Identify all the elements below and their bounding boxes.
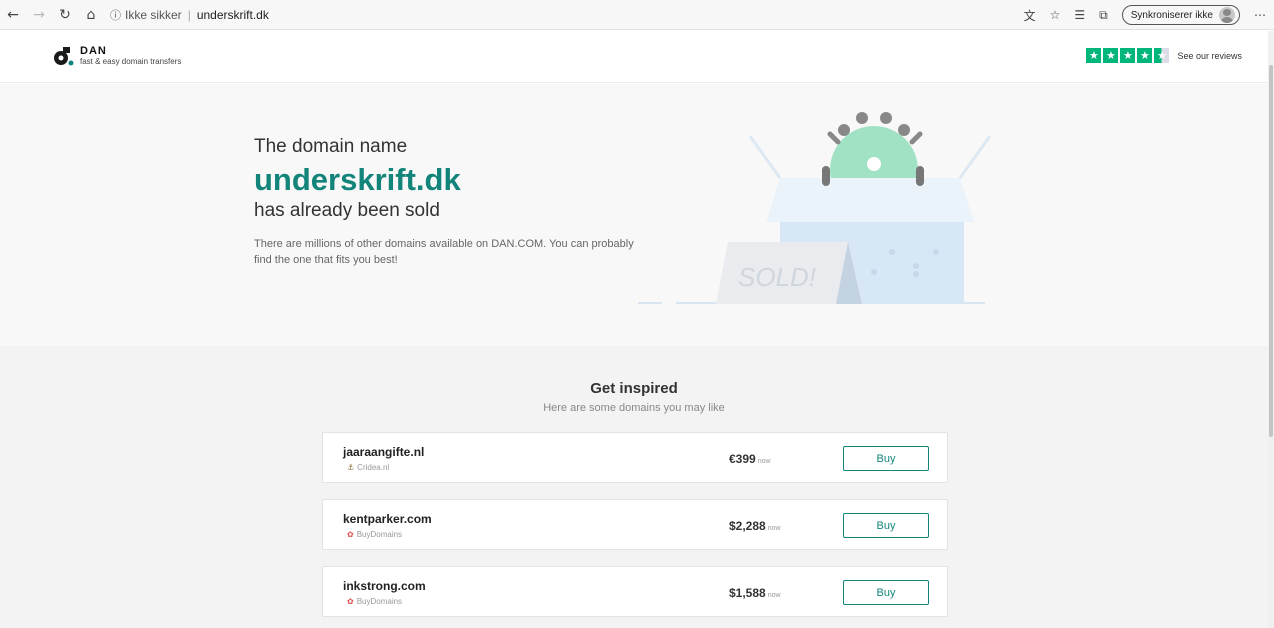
address-separator: | [187, 7, 191, 22]
scrollbar-thumb[interactable] [1269, 65, 1273, 437]
sync-label: Synkroniserer ikke [1130, 9, 1213, 21]
see-reviews-link[interactable]: See our reviews [1177, 51, 1242, 61]
buy-button[interactable]: Buy [843, 580, 929, 605]
seller-info: ⚓ Cridea.nl [347, 463, 389, 472]
domain-card[interactable]: kentparker.com ✿ BuyDomains $2,288 now Bu… [322, 499, 948, 550]
url-text[interactable]: underskrift.dk [197, 8, 269, 22]
price-suffix: now [767, 525, 781, 532]
domain-price: $1,588 now [729, 586, 781, 600]
inspire-subtitle: Here are some domains you may like [543, 402, 725, 414]
trustpilot-reviews[interactable]: ★ ★ ★ ★ ★ See our reviews [1086, 48, 1242, 63]
hero-intro: The domain name [254, 136, 408, 157]
hero-section: The domain name underskrift.dk has alrea… [0, 84, 1268, 346]
domain-name[interactable]: inkstrong.com [343, 579, 426, 593]
dan-logo[interactable]: DAN fast & easy domain transfers [52, 45, 181, 67]
page-scrollbar[interactable] [1268, 31, 1274, 628]
buydomains-icon: ✿ [347, 530, 354, 539]
favorite-star-icon[interactable]: ☆ [1050, 8, 1061, 22]
refresh-icon[interactable]: ↻ [52, 2, 78, 28]
buydomains-icon: ✿ [347, 597, 354, 606]
price-suffix: now [757, 458, 771, 465]
seller-name: BuyDomains [356, 597, 403, 606]
ship-icon: ⚓ [347, 463, 355, 472]
address-bar[interactable]: ⓘ Ikke sikker | underskrift.dk [110, 4, 269, 26]
sold-box-illustration: SOLD! [630, 106, 1000, 311]
brand-tagline: fast & easy domain transfers [80, 57, 182, 66]
seller-name: Cridea.nl [357, 463, 390, 472]
site-header: DAN fast & easy domain transfers ★ ★ ★ ★… [0, 31, 1268, 83]
price-suffix: now [767, 592, 781, 599]
brand-name: DAN [80, 45, 107, 57]
buy-button[interactable]: Buy [843, 513, 929, 538]
star-icon: ★ [1086, 48, 1102, 63]
info-icon[interactable]: ⓘ [110, 7, 121, 23]
half-star-icon: ★ [1154, 48, 1170, 63]
inspire-title: Get inspired [590, 380, 678, 397]
home-icon[interactable]: ⌂ [78, 2, 104, 28]
sold-sign-text: SOLD! [738, 262, 816, 292]
browser-toolbar: ← → ↻ ⌂ ⓘ Ikke sikker | underskrift.dk 文… [0, 0, 1274, 30]
price-value: $2,288 [729, 519, 766, 533]
seller-name: BuyDomains [356, 530, 403, 539]
seller-info: ✿ BuyDomains [347, 530, 402, 539]
translate-icon[interactable]: 文 [1024, 7, 1036, 24]
dan-logo-icon [52, 45, 74, 67]
collections-icon[interactable]: ⧉ [1099, 8, 1108, 23]
rating-stars: ★ ★ ★ ★ ★ [1086, 48, 1170, 63]
price-value: $1,588 [729, 586, 766, 600]
domain-name[interactable]: kentparker.com [343, 512, 432, 526]
not-secure-label: Ikke sikker [125, 7, 182, 22]
sync-profile-button[interactable]: Synkroniserer ikke [1121, 5, 1240, 25]
back-icon[interactable]: ← [0, 2, 26, 28]
domain-card[interactable]: inkstrong.com ✿ BuyDomains $1,588 now Buy [322, 566, 948, 617]
hero-sold-text: has already been sold [254, 200, 440, 221]
price-value: €399 [729, 452, 756, 466]
star-icon: ★ [1120, 48, 1136, 63]
more-options-icon[interactable]: ⋯ [1254, 8, 1266, 22]
domain-price: €399 now [729, 452, 771, 466]
buy-button[interactable]: Buy [843, 446, 929, 471]
favorites-list-icon[interactable]: ☰ [1074, 8, 1085, 22]
seller-info: ✿ BuyDomains [347, 597, 402, 606]
avatar-icon [1219, 7, 1235, 23]
star-icon: ★ [1103, 48, 1119, 63]
domain-price: $2,288 now [729, 519, 781, 533]
sold-domain-name: underskrift.dk [254, 162, 461, 197]
domain-card[interactable]: jaaraangifte.nl ⚓ Cridea.nl €399 now Buy [322, 432, 948, 483]
forward-icon[interactable]: → [26, 2, 52, 28]
star-icon: ★ [1137, 48, 1153, 63]
hero-description: There are millions of other domains avai… [254, 238, 634, 266]
domain-name[interactable]: jaaraangifte.nl [343, 445, 424, 459]
inspire-section: Get inspired Here are some domains you m… [0, 346, 1268, 628]
